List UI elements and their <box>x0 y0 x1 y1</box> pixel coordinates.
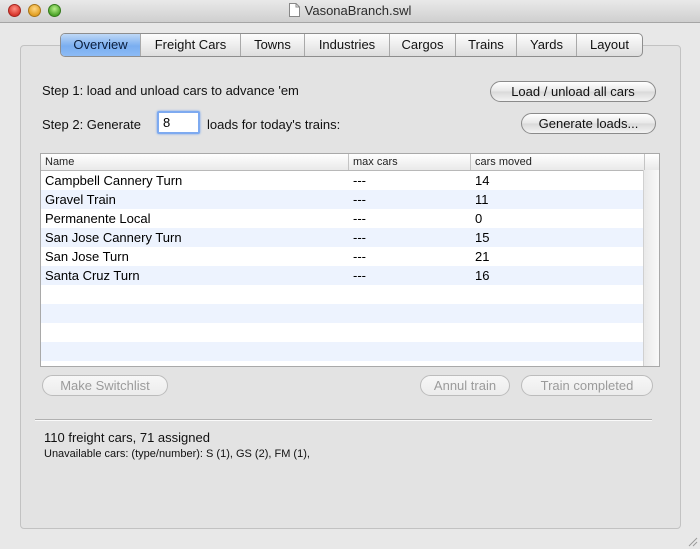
cell-max-cars: --- <box>353 268 366 283</box>
loads-count-input[interactable]: 8 <box>157 111 200 134</box>
cell-max-cars: --- <box>353 230 366 245</box>
cell-train-name: Permanente Local <box>45 211 151 226</box>
empty-row <box>41 323 644 342</box>
empty-row <box>41 304 644 323</box>
table-row[interactable]: San Jose Turn --- 21 <box>41 247 644 266</box>
cell-cars-moved: 0 <box>475 211 483 226</box>
empty-row <box>41 285 644 304</box>
cell-train-name: Gravel Train <box>45 192 116 207</box>
cell-train-name: Campbell Cannery Turn <box>45 173 183 188</box>
annul-train-button[interactable]: Annul train <box>420 375 510 396</box>
tab-industries[interactable]: Industries <box>304 34 389 56</box>
cell-max-cars: --- <box>353 211 366 226</box>
cell-cars-moved: 15 <box>475 230 490 245</box>
column-header-cars-moved[interactable]: cars moved <box>471 154 645 170</box>
load-unload-all-button[interactable]: Load / unload all cars <box>490 81 656 102</box>
tab-towns[interactable]: Towns <box>240 34 304 56</box>
table-row[interactable]: Gravel Train --- 11 <box>41 190 644 209</box>
step2-suffix-label: loads for today's trains: <box>207 117 341 132</box>
train-completed-button[interactable]: Train completed <box>521 375 653 396</box>
make-switchlist-button[interactable]: Make Switchlist <box>42 375 168 396</box>
freight-car-summary: 110 freight cars, 71 assigned <box>44 430 210 445</box>
section-divider <box>35 419 652 421</box>
cell-train-name: San Jose Cannery Turn <box>45 230 182 245</box>
cell-cars-moved: 11 <box>475 192 489 207</box>
app-window: VasonaBranch.swl Overview Freight Cars T… <box>0 0 700 549</box>
window-title: VasonaBranch.swl <box>304 3 412 18</box>
column-header-name[interactable]: Name <box>41 154 349 170</box>
window-title-area: VasonaBranch.swl <box>0 0 700 22</box>
column-header-max-cars[interactable]: max cars <box>349 154 471 170</box>
vertical-scrollbar[interactable] <box>643 170 659 366</box>
cell-cars-moved: 21 <box>475 249 490 264</box>
table-row[interactable]: Santa Cruz Turn --- 16 <box>41 266 644 285</box>
generate-loads-button[interactable]: Generate loads... <box>521 113 656 134</box>
empty-row <box>41 342 644 361</box>
tab-freight-cars[interactable]: Freight Cars <box>140 34 240 56</box>
step2-prefix-label: Step 2: Generate <box>42 117 142 132</box>
cell-cars-moved: 14 <box>475 173 490 188</box>
tab-layout[interactable]: Layout <box>576 34 642 56</box>
document-icon <box>288 3 300 17</box>
cell-max-cars: --- <box>353 249 366 264</box>
tab-trains[interactable]: Trains <box>455 34 516 56</box>
title-bar[interactable]: VasonaBranch.swl <box>0 0 700 23</box>
resize-grip-icon[interactable] <box>687 536 698 547</box>
cell-max-cars: --- <box>353 173 366 188</box>
step1-label: Step 1: load and unload cars to advance … <box>42 83 299 98</box>
trains-table[interactable]: Name max cars cars moved Campbell Canner… <box>40 153 660 367</box>
unavailable-cars-text: Unavailable cars: (type/number): S (1), … <box>44 448 310 460</box>
tab-overview[interactable]: Overview <box>61 34 140 56</box>
table-row[interactable]: San Jose Cannery Turn --- 15 <box>41 228 644 247</box>
cell-cars-moved: 16 <box>475 268 490 283</box>
tab-cargos[interactable]: Cargos <box>389 34 455 56</box>
tab-yards[interactable]: Yards <box>516 34 576 56</box>
cell-max-cars: --- <box>353 192 366 207</box>
table-row[interactable]: Permanente Local --- 0 <box>41 209 644 228</box>
table-header: Name max cars cars moved <box>41 154 659 171</box>
cell-train-name: Santa Cruz Turn <box>45 268 140 283</box>
cell-train-name: San Jose Turn <box>45 249 129 264</box>
tab-bar: Overview Freight Cars Towns Industries C… <box>60 33 643 57</box>
table-row[interactable]: Campbell Cannery Turn --- 14 <box>41 171 644 190</box>
